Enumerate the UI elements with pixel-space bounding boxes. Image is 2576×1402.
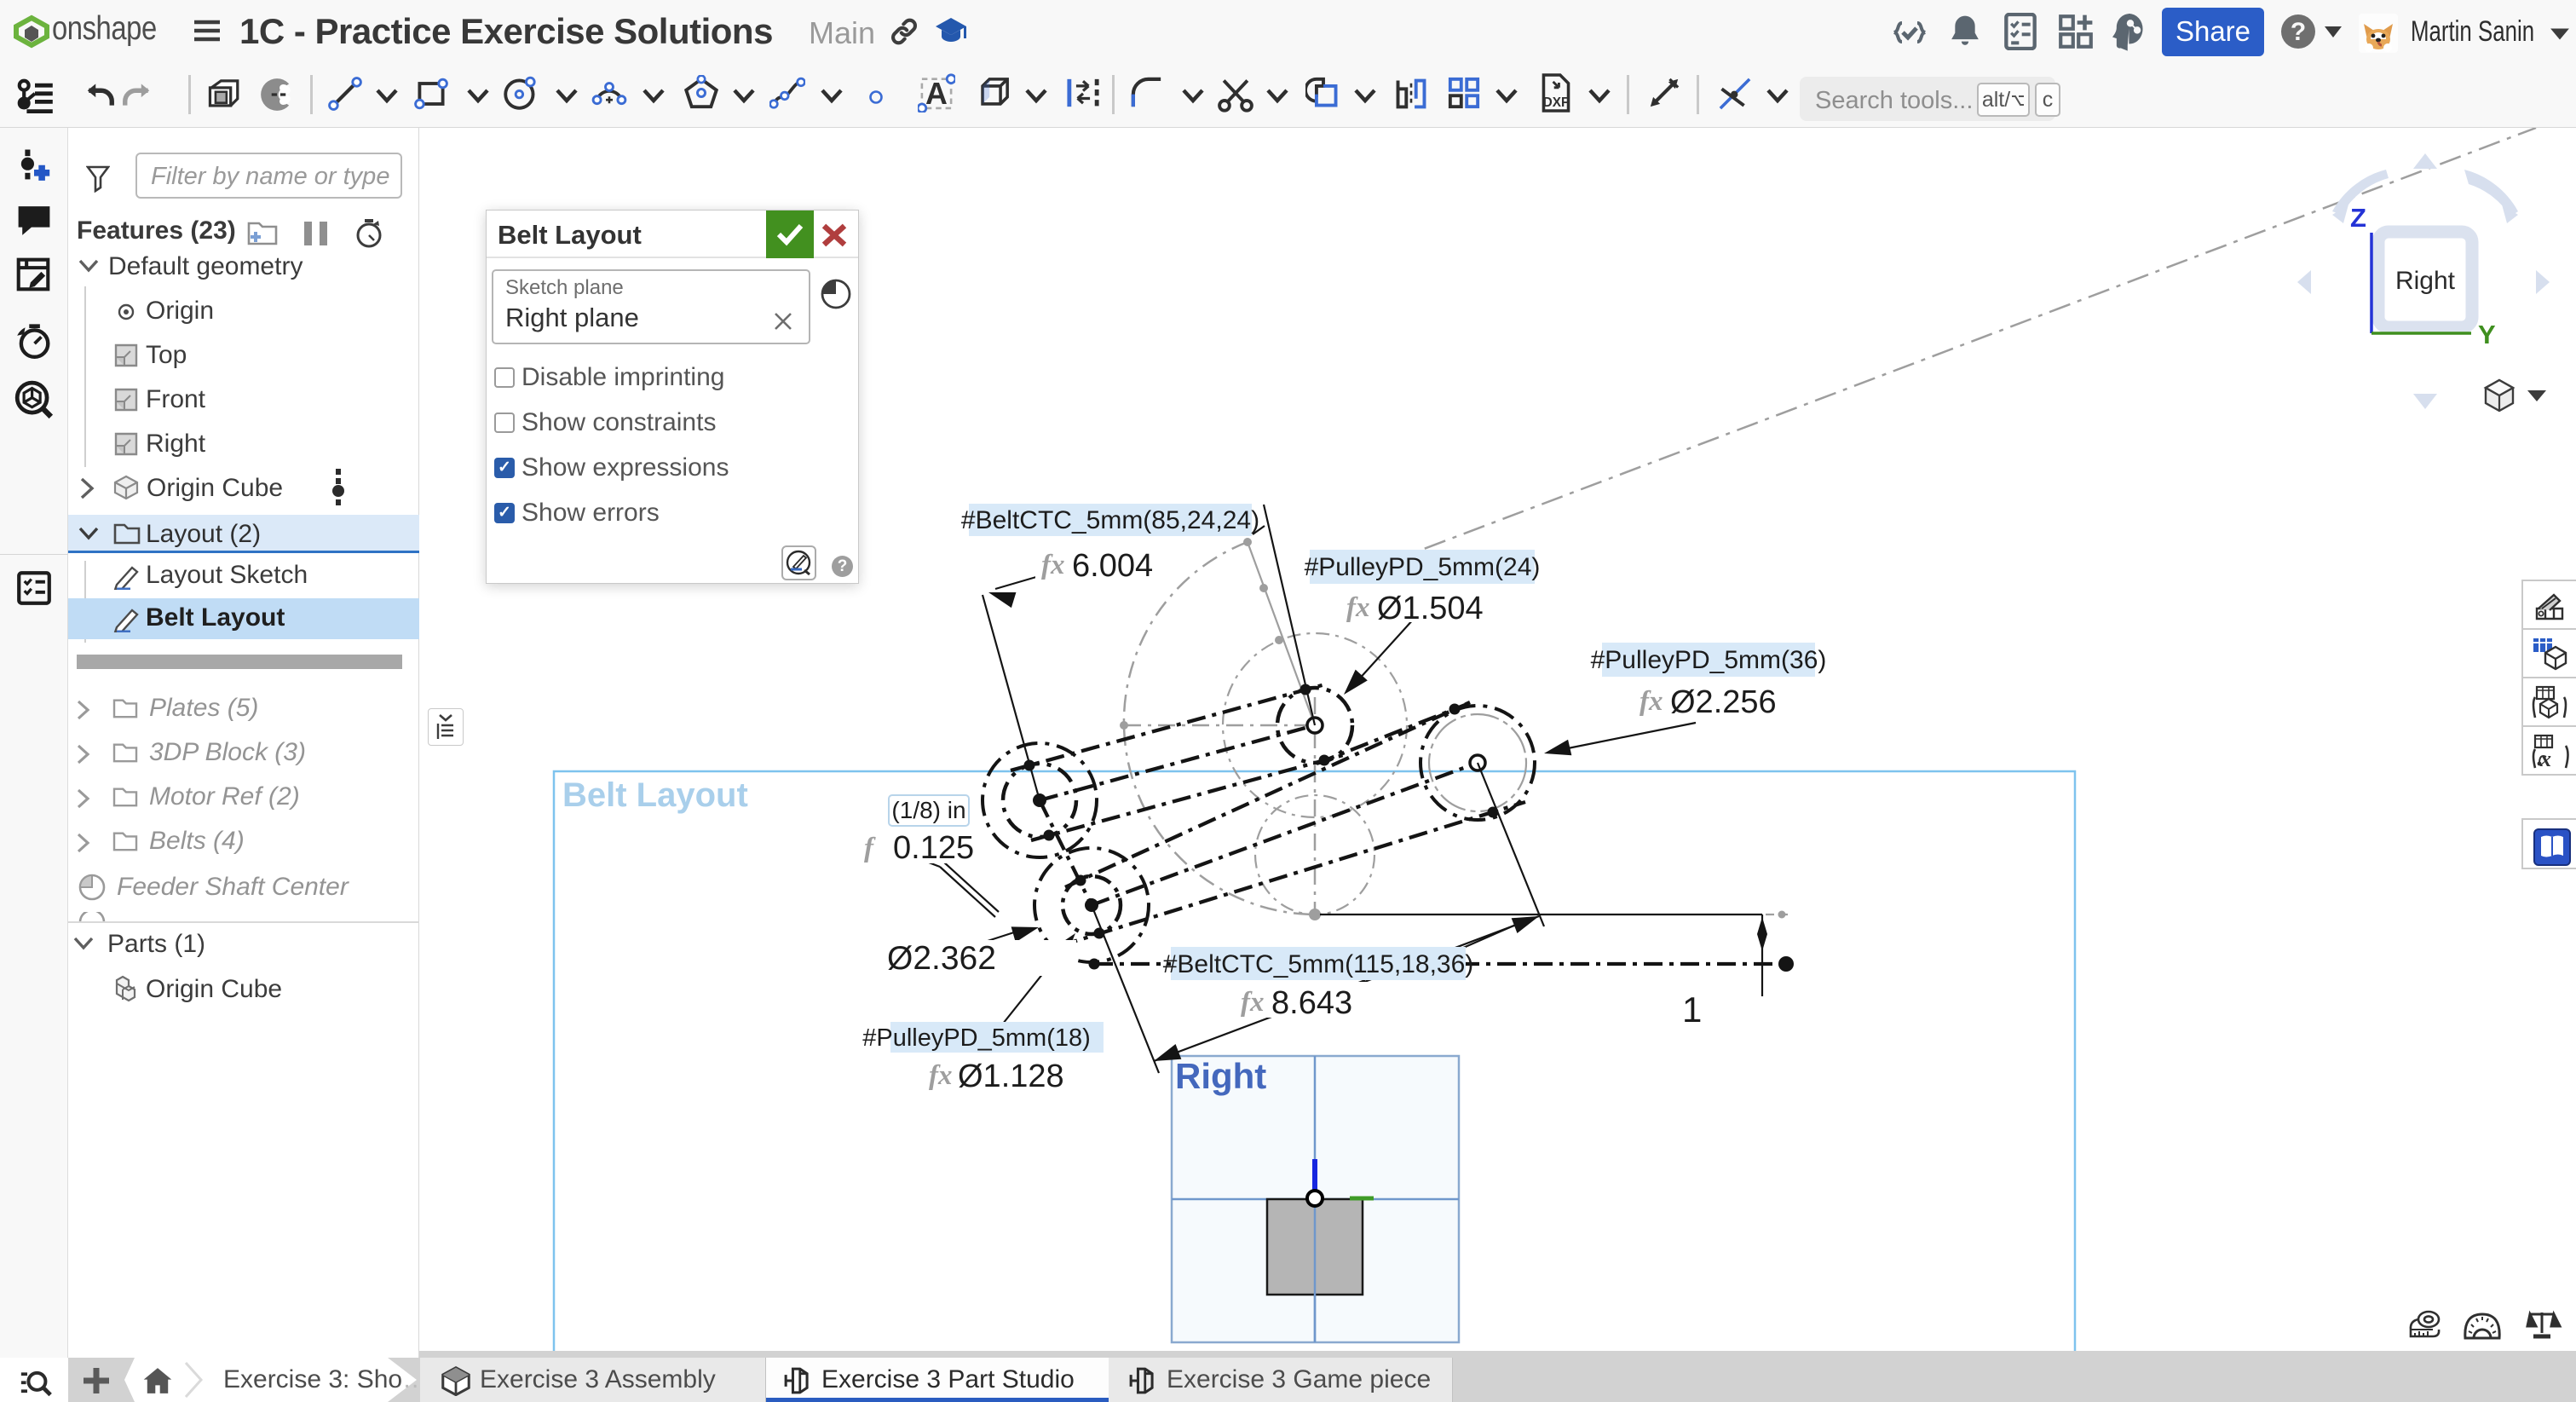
svg-text:Y: Y <box>2478 320 2496 349</box>
svg-text:0.125: 0.125 <box>893 830 974 866</box>
svg-text:Ø2.256: Ø2.256 <box>1670 684 1777 720</box>
svg-text:fx: fx <box>929 1060 953 1091</box>
svg-text:Belt Layout: Belt Layout <box>562 776 748 814</box>
svg-text:Right: Right <box>2395 267 2456 295</box>
svg-text:6.004: 6.004 <box>1072 548 1153 584</box>
svg-text:(1/8) in: (1/8) in <box>891 797 965 823</box>
svg-text:fx: fx <box>1241 987 1265 1018</box>
svg-text:#PulleyPD_5mm(24): #PulleyPD_5mm(24) <box>1305 553 1541 581</box>
svg-text:1: 1 <box>1682 989 1702 1030</box>
svg-text:x: x <box>2539 747 2551 771</box>
svg-text:fx: fx <box>1041 550 1065 580</box>
svg-text:8.643: 8.643 <box>1271 985 1352 1021</box>
svg-text:#PulleyPD_5mm(36): #PulleyPD_5mm(36) <box>1591 646 1827 674</box>
svg-text:Right: Right <box>1175 1056 1266 1096</box>
svg-text:Ø2.362: Ø2.362 <box>887 940 996 977</box>
svg-text:#BeltCTC_5mm(85,24,24): #BeltCTC_5mm(85,24,24) <box>961 506 1259 534</box>
svg-text:Ø1.504: Ø1.504 <box>1377 591 1484 626</box>
svg-text:#PulleyPD_5mm(18): #PulleyPD_5mm(18) <box>862 1024 1091 1052</box>
svg-text:Ø1.128: Ø1.128 <box>958 1059 1064 1094</box>
svg-text:Z: Z <box>2350 203 2366 233</box>
svg-text:fx: fx <box>1346 592 1370 623</box>
svg-text:#BeltCTC_5mm(115,18,36): #BeltCTC_5mm(115,18,36) <box>1163 950 1474 978</box>
svg-text:fx: fx <box>1640 686 1663 717</box>
